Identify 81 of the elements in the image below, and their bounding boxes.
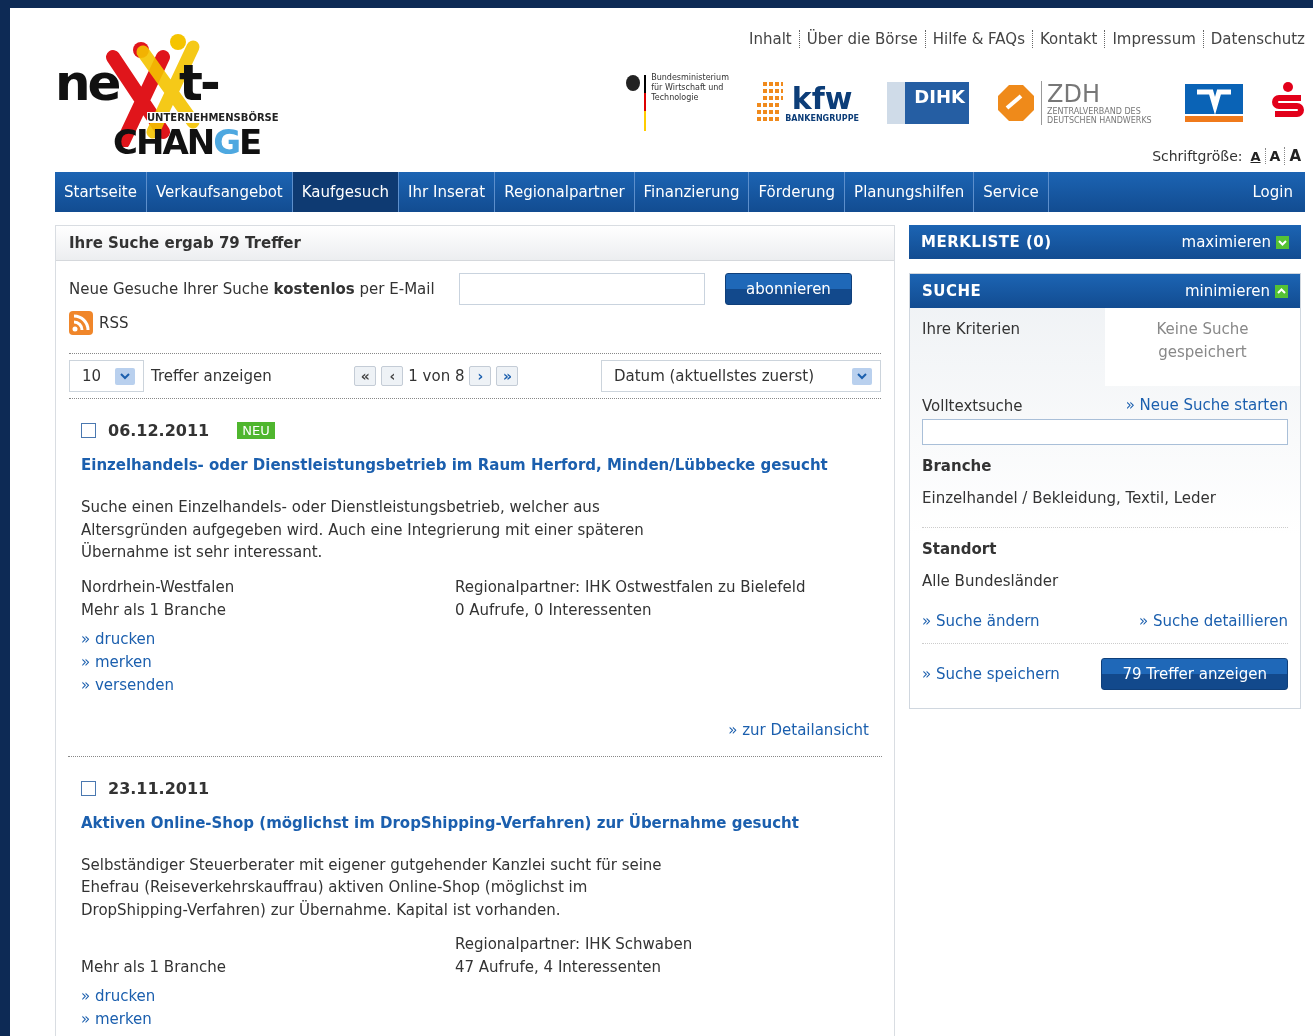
nav-item[interactable]: Planungshilfen (845, 172, 975, 212)
font-size-option[interactable]: A (1264, 148, 1285, 164)
listing-detail: Regionalpartner: IHK Ostwestfalen zu Bielefeld (455, 576, 807, 598)
refine-search-link[interactable]: » Suche detaillieren (1138, 610, 1288, 633)
listing-action-link[interactable]: » drucken (81, 627, 869, 651)
criterion-value: Einzelhandel / Bekleidung, Textil, Leder (922, 489, 1217, 507)
collapse-icon (1275, 284, 1288, 298)
listing-action-link[interactable]: » drucken (81, 985, 869, 1008)
subscribe-text: Neue Gesuche Ihrer Suche kostenlos per E-Mail (69, 280, 436, 298)
top-link[interactable]: Kontakt (1032, 30, 1105, 48)
checkbox[interactable] (81, 423, 96, 438)
search-tab[interactable]: Ihre Kriterien (910, 308, 1105, 386)
previous-page-button[interactable]: ‹ (381, 366, 404, 386)
rss-icon (69, 311, 93, 335)
new-badge: NEU (237, 422, 275, 439)
minimize-toggle[interactable]: minimieren (1184, 282, 1288, 300)
last-page-button[interactable]: » (496, 366, 519, 386)
sort-select[interactable]: Datum (aktuellstes zuerst) (601, 360, 881, 392)
top-link[interactable]: Über die Börse (798, 30, 925, 48)
listing-action-link[interactable]: » merken (81, 1008, 869, 1031)
criterion-heading: Branche (922, 457, 993, 475)
login-link[interactable]: Login (1240, 172, 1305, 212)
dropdown-caret-icon (115, 367, 135, 385)
show-results-button[interactable]: 79 Treffer anzeigen (1101, 658, 1288, 690)
listing-date: 06.12.2011 (108, 421, 210, 440)
per-page-label: Treffer anzeigen (151, 367, 272, 385)
chamber-logo: DIHK (887, 82, 969, 124)
search-tab[interactable]: Keine Suche gespeichert (1105, 308, 1300, 386)
nav-item[interactable]: Regionalpartner (495, 172, 635, 212)
listing-title[interactable]: Aktiven Online-Shop (möglichst im DropShipping-Verfahren) zur Übernahme gesucht (81, 813, 869, 832)
listing-detail: Nordrhein-Westfalen (81, 576, 236, 598)
criterion-heading: Standort (922, 540, 998, 558)
fulltext-field[interactable] (922, 419, 1288, 445)
listing-detail: Mehr als 1 Branche (81, 957, 227, 978)
nav-item[interactable]: Förderung (749, 172, 846, 212)
next-page-button[interactable]: › (469, 366, 492, 386)
rss-link[interactable]: RSS (99, 311, 129, 335)
bank-logo (1185, 84, 1243, 122)
listing-action-link[interactable]: » merken (81, 650, 869, 674)
first-page-button[interactable]: « (354, 366, 377, 386)
per-page-select[interactable]: 10 (69, 360, 144, 392)
expand-icon (1276, 235, 1289, 249)
maximize-toggle[interactable]: maximieren (1181, 233, 1289, 251)
top-link[interactable]: Impressum (1104, 30, 1203, 48)
bank-logo: kfw BANKENGRUPPE (757, 80, 859, 126)
listing-description: Selbständiger Steuerberater mit eigener gutgehender Kanzlei sucht für seine Ehefrau (Reiseverkehrskauffrau) aktiven Online-Shop (möglichst im DropShipping-Verfahren) zur Übernahme. Kapital ist vorhanden. (81, 854, 663, 921)
listing-date: 23.11.2011 (108, 778, 210, 798)
detail-link[interactable]: » zur Detailansicht (728, 718, 869, 742)
crafts-logo: ZDH ZENTRALVERBAND DES DEUTSCHEN HANDWERKS (997, 81, 1157, 125)
checkbox[interactable] (81, 780, 96, 796)
subscribe-button[interactable]: abonnieren (725, 273, 852, 305)
change-search-link[interactable]: » Suche ändern (922, 610, 1040, 633)
listing-detail: 0 Aufrufe, 0 Interessenten (455, 599, 653, 621)
nav-item[interactable]: Ihr Inserat (399, 172, 496, 212)
top-link[interactable]: Datenschutz (1202, 30, 1305, 48)
search-title: SUCHE (922, 282, 982, 300)
new-search-link[interactable]: » Neue Suche starten (1125, 394, 1288, 417)
save-search-link[interactable]: » Suche speichern (922, 662, 1060, 686)
listing-title[interactable]: Einzelhandels- oder Dienstleistungsbetrieb im Raum Herford, Minden/Lübbecke gesucht (81, 456, 869, 474)
listing-detail: 47 Aufrufe, 4 Interessenten (455, 957, 663, 978)
ministry-logo: Bundesministerium für Wirtschaft und Technologie (625, 73, 730, 133)
listing-detail: Mehr als 1 Branche (81, 599, 227, 621)
font-size-option[interactable]: A (1284, 147, 1305, 165)
criterion-value: Alle Bundesländer (922, 572, 1060, 590)
top-link[interactable]: Inhalt (742, 30, 799, 48)
top-link[interactable]: Hilfe & FAQs (924, 30, 1032, 48)
page-status: 1 von 8 (408, 367, 465, 385)
email-field[interactable] (459, 273, 705, 305)
listing-detail: Regionalpartner: IHK Schwaben (455, 934, 694, 955)
nav-item[interactable]: Startseite (55, 172, 147, 212)
listing-description: Suche einen Einzelhandels- oder Dienstleistungsbetrieb, welcher aus Altersgründen aufgegeben wird. Auch eine Integrierung mit einer späteren Übernahme ist sehr interessant. (81, 497, 645, 563)
nav-item[interactable]: Kaufgesuch (292, 172, 400, 212)
dropdown-caret-icon (852, 367, 872, 385)
nav-item[interactable]: Finanzierung (634, 172, 750, 212)
font-size-option[interactable]: A (1246, 148, 1265, 164)
listing-action-link[interactable]: » versenden (81, 673, 869, 697)
nav-item[interactable]: Verkaufsangebot (146, 172, 293, 212)
nav-item[interactable]: Service (974, 172, 1049, 212)
font-size-label: Schriftgröße: (1152, 148, 1243, 164)
fulltext-label: Volltextsuche (922, 396, 1023, 415)
watchlist-title: MERKLISTE (0) (921, 233, 1052, 251)
